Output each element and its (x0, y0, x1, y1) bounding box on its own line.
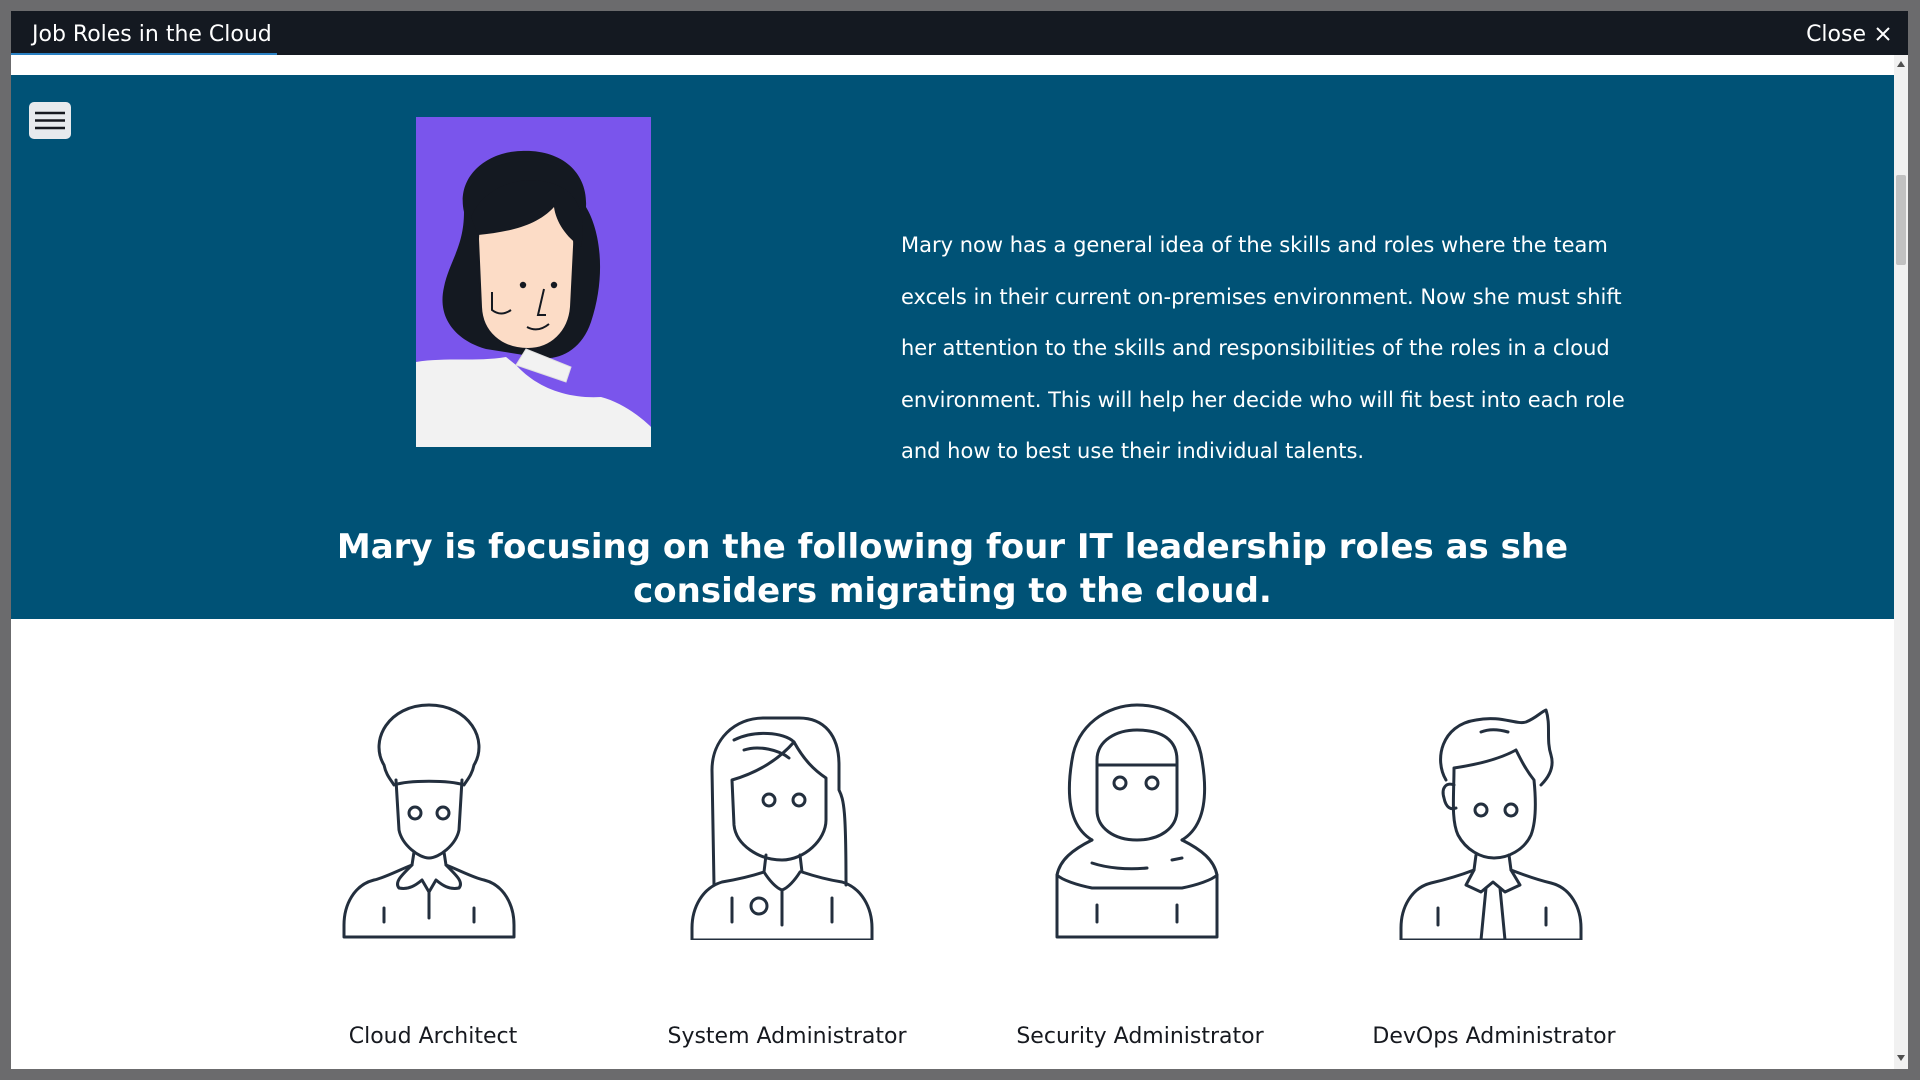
role-label-security-administrator: Security Administrator (1016, 1024, 1264, 1049)
title-bar: Job Roles in the Cloud Close (11, 11, 1908, 55)
headline-line-1: Mary is focusing on the following four I… (336, 527, 1569, 567)
role-card-system-administrator (629, 700, 929, 940)
intro-paragraph: Mary now has a general idea of the skill… (901, 233, 1625, 463)
role-card-cloud-architect (279, 700, 579, 940)
scroll-up-arrow-icon[interactable] (1894, 57, 1908, 71)
vertical-scrollbar[interactable] (1894, 55, 1908, 1069)
menu-button[interactable] (29, 102, 71, 139)
role-card-security-administrator (987, 700, 1287, 940)
scroll-down-arrow-icon[interactable] (1894, 1051, 1908, 1065)
role-label-cloud-architect: Cloud Architect (348, 1024, 518, 1049)
modal-window: Job Roles in the Cloud Close Mary now ha… (11, 11, 1908, 1069)
devops-administrator-avatar-icon (1399, 708, 1583, 940)
intro-section: Mary now has a general idea of the skill… (11, 75, 1894, 619)
mary-portrait-illustration (416, 117, 651, 447)
headline-line-2: considers migrating to the cloud. (633, 571, 1272, 611)
hamburger-menu-icon (35, 111, 65, 130)
role-label-system-administrator: System Administrator (667, 1024, 907, 1049)
close-button[interactable]: Close (1806, 20, 1890, 48)
cloud-architect-avatar-icon (342, 703, 516, 939)
role-card-devops-administrator (1341, 700, 1641, 940)
title-tab[interactable]: Job Roles in the Cloud (11, 11, 277, 55)
content-area: Mary now has a general idea of the skill… (11, 55, 1894, 1069)
close-icon (1876, 27, 1890, 41)
system-administrator-avatar-icon (690, 716, 874, 940)
window-title: Job Roles in the Cloud (32, 22, 272, 47)
scrollbar-thumb[interactable] (1896, 175, 1906, 265)
security-administrator-avatar-icon (1055, 703, 1219, 939)
close-label: Close (1806, 21, 1866, 47)
section-headline: Mary is focusing on the following four I… (11, 525, 1894, 613)
role-label-devops-administrator: DevOps Administrator (1372, 1024, 1616, 1049)
